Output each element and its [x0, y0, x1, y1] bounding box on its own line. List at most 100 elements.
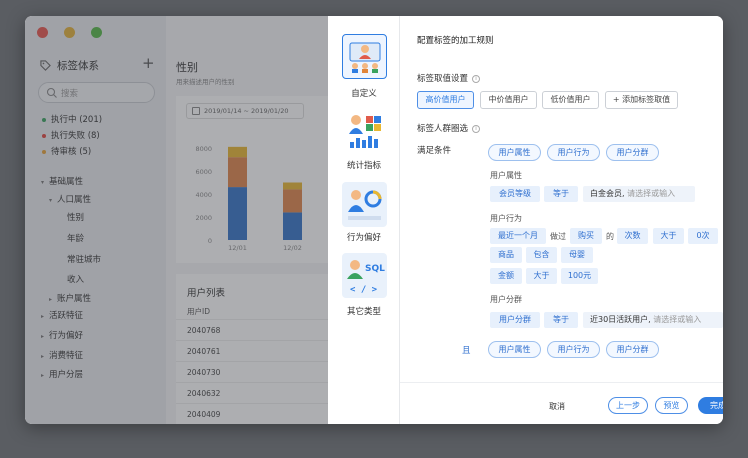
- segment-value-input[interactable]: 近30日活跃用户, 请选择或输入: [583, 312, 723, 328]
- behavior-product-value[interactable]: 母婴: [561, 247, 593, 263]
- and-label[interactable]: 且: [462, 344, 471, 356]
- attr-field-select[interactable]: 会员等级: [490, 186, 540, 202]
- divider: [176, 382, 328, 383]
- behavior-product-select[interactable]: 商品: [490, 247, 522, 263]
- y-tick-label: 6000: [195, 168, 212, 176]
- y-tick-label: 4000: [195, 191, 212, 199]
- add-attr-condition-2[interactable]: 用户属性: [488, 341, 541, 358]
- search-input[interactable]: 搜索: [38, 82, 155, 103]
- value-tab-low[interactable]: 低价值用户: [542, 91, 599, 109]
- status-running[interactable]: 执行中 (201): [42, 113, 102, 125]
- info-icon[interactable]: i: [472, 124, 481, 133]
- bar-segment: [228, 146, 247, 158]
- add-segment-condition-2[interactable]: 用户分群: [606, 341, 659, 358]
- segment-operator-select[interactable]: 等于: [544, 312, 578, 328]
- bar-segment: [283, 189, 302, 213]
- bar-segment: [228, 187, 247, 240]
- behavior-amount-select[interactable]: 金额: [490, 268, 522, 284]
- bar-segment: [228, 157, 247, 188]
- cancel-button[interactable]: 取消: [549, 401, 565, 412]
- maximize-window-button[interactable]: [91, 27, 102, 38]
- behavior-gt-select[interactable]: 大于: [653, 228, 684, 244]
- tree-item-population[interactable]: ▾ 人口属性: [49, 193, 91, 205]
- stacked-bar-chart: 8000 6000 4000 2000 0 12/01 12/02: [195, 145, 302, 252]
- finish-button[interactable]: 完成: [698, 397, 723, 414]
- status-dot: [42, 133, 46, 138]
- status-failed[interactable]: 执行失败 (8): [42, 129, 100, 141]
- add-attr-condition[interactable]: 用户属性: [488, 144, 541, 161]
- tree-item-layer[interactable]: ▸ 用户分层: [41, 368, 83, 380]
- behavior-count-value[interactable]: 0次: [688, 228, 718, 244]
- info-icon[interactable]: i: [472, 74, 481, 83]
- value-section-title: 标签取值设置 i: [417, 72, 481, 84]
- crowd-section-title: 标签人群圈选 i: [417, 122, 481, 134]
- value-tab-high[interactable]: 高价值用户: [417, 91, 474, 109]
- x-tick-label: 12/01: [228, 244, 247, 252]
- value-tab-mid[interactable]: 中价值用户: [480, 91, 537, 109]
- type-custom-label: 自定义: [351, 89, 377, 99]
- behavior-contains-select[interactable]: 包含: [526, 247, 557, 263]
- preview-button[interactable]: 预览: [655, 397, 688, 414]
- behavior-action-select[interactable]: 购买: [570, 228, 602, 244]
- app-window: 标签体系 + 搜索 执行中 (201) 执行失败 (8) 待审核 (5) ▾ 基础…: [25, 16, 723, 424]
- x-tick-label: 12/02: [283, 244, 302, 252]
- add-tag-button[interactable]: +: [142, 54, 155, 72]
- tree-item-gender[interactable]: 性别: [67, 211, 84, 223]
- tree-item-active[interactable]: ▸ 活跃特征: [41, 309, 83, 321]
- behavior-time-select[interactable]: 最近一个月: [490, 228, 546, 244]
- panel-title: 配置标签的加工规则: [417, 36, 494, 46]
- behavior-amount-value[interactable]: 100元: [561, 268, 598, 284]
- chevron-down-icon: ▾: [49, 197, 53, 204]
- behavior-count-select[interactable]: 次数: [617, 228, 648, 244]
- behavior-gt2-select[interactable]: 大于: [526, 268, 557, 284]
- y-tick-label: 8000: [195, 145, 212, 153]
- tree-item-income[interactable]: 收入: [67, 273, 84, 285]
- segment-field-select[interactable]: 用户分群: [490, 312, 540, 328]
- date-range-text: 2019/01/14 ~ 2019/01/20: [204, 107, 289, 115]
- footer-divider: [400, 382, 723, 383]
- tree-item-behavior[interactable]: ▸ 行为偏好: [41, 329, 83, 341]
- behavior-label: 用户行为: [490, 214, 522, 223]
- rule-config-panel: 配置标签的加工规则 标签取值设置 i 高价值用户 中价值用户 低价值用户 + 添加…: [400, 16, 723, 424]
- attr-label: 用户属性: [490, 171, 522, 180]
- table-row: 2040632: [187, 389, 221, 398]
- add-value-button[interactable]: + 添加标签取值: [605, 91, 678, 109]
- minimize-window-button[interactable]: [64, 27, 75, 38]
- tree-item-account[interactable]: ▸ 账户属性: [49, 292, 91, 304]
- status-pending[interactable]: 待审核 (5): [42, 145, 91, 157]
- table-row: 2040730: [187, 368, 221, 377]
- sidebar: 标签体系 + 搜索 执行中 (201) 执行失败 (8) 待审核 (5) ▾ 基础…: [25, 16, 166, 424]
- calendar-icon: [192, 107, 200, 115]
- page-title: 性别: [176, 61, 198, 74]
- status-dot: [42, 117, 46, 122]
- table-row: 2040768: [187, 326, 221, 335]
- chart-card: 2019/01/14 ~ 2019/01/20 8000 6000 4000 2000…: [176, 96, 328, 263]
- chevron-right-icon: ▸: [41, 353, 45, 360]
- type-statistics-label: 统计指标: [346, 161, 381, 171]
- tree-item-city[interactable]: 常驻城市: [67, 253, 101, 265]
- svg-text:SQL: SQL: [365, 264, 385, 274]
- search-icon: [46, 87, 57, 98]
- attr-operator-select[interactable]: 等于: [544, 186, 578, 202]
- statistics-icon: [342, 108, 387, 153]
- close-window-button[interactable]: [37, 27, 48, 38]
- tree-item-consumption[interactable]: ▸ 消费特征: [41, 349, 83, 361]
- bar-segment: [283, 212, 302, 240]
- add-behavior-condition[interactable]: 用户行为: [547, 144, 600, 161]
- date-range-picker[interactable]: 2019/01/14 ~ 2019/01/20: [186, 103, 304, 119]
- chevron-right-icon: ▸: [41, 333, 45, 340]
- divider: [176, 361, 328, 362]
- table-row: 2040409: [187, 410, 221, 419]
- user-id-header: 用户ID: [187, 307, 210, 316]
- attr-value-input[interactable]: 白金会员, 请选择或输入: [583, 186, 695, 202]
- tree-item-basic[interactable]: ▾ 基础属性: [41, 175, 83, 187]
- chevron-right-icon: ▸: [41, 372, 45, 379]
- prev-step-button[interactable]: 上一步: [608, 397, 648, 414]
- type-other-label: 其它类型: [346, 307, 381, 317]
- tree-item-age[interactable]: 年龄: [67, 232, 84, 244]
- add-segment-condition[interactable]: 用户分群: [606, 144, 659, 161]
- chevron-down-icon: ▾: [41, 179, 45, 186]
- page-subtitle: 用来描述用户的性别: [176, 78, 235, 86]
- add-behavior-condition-2[interactable]: 用户行为: [547, 341, 600, 358]
- table-row: 2040761: [187, 347, 221, 356]
